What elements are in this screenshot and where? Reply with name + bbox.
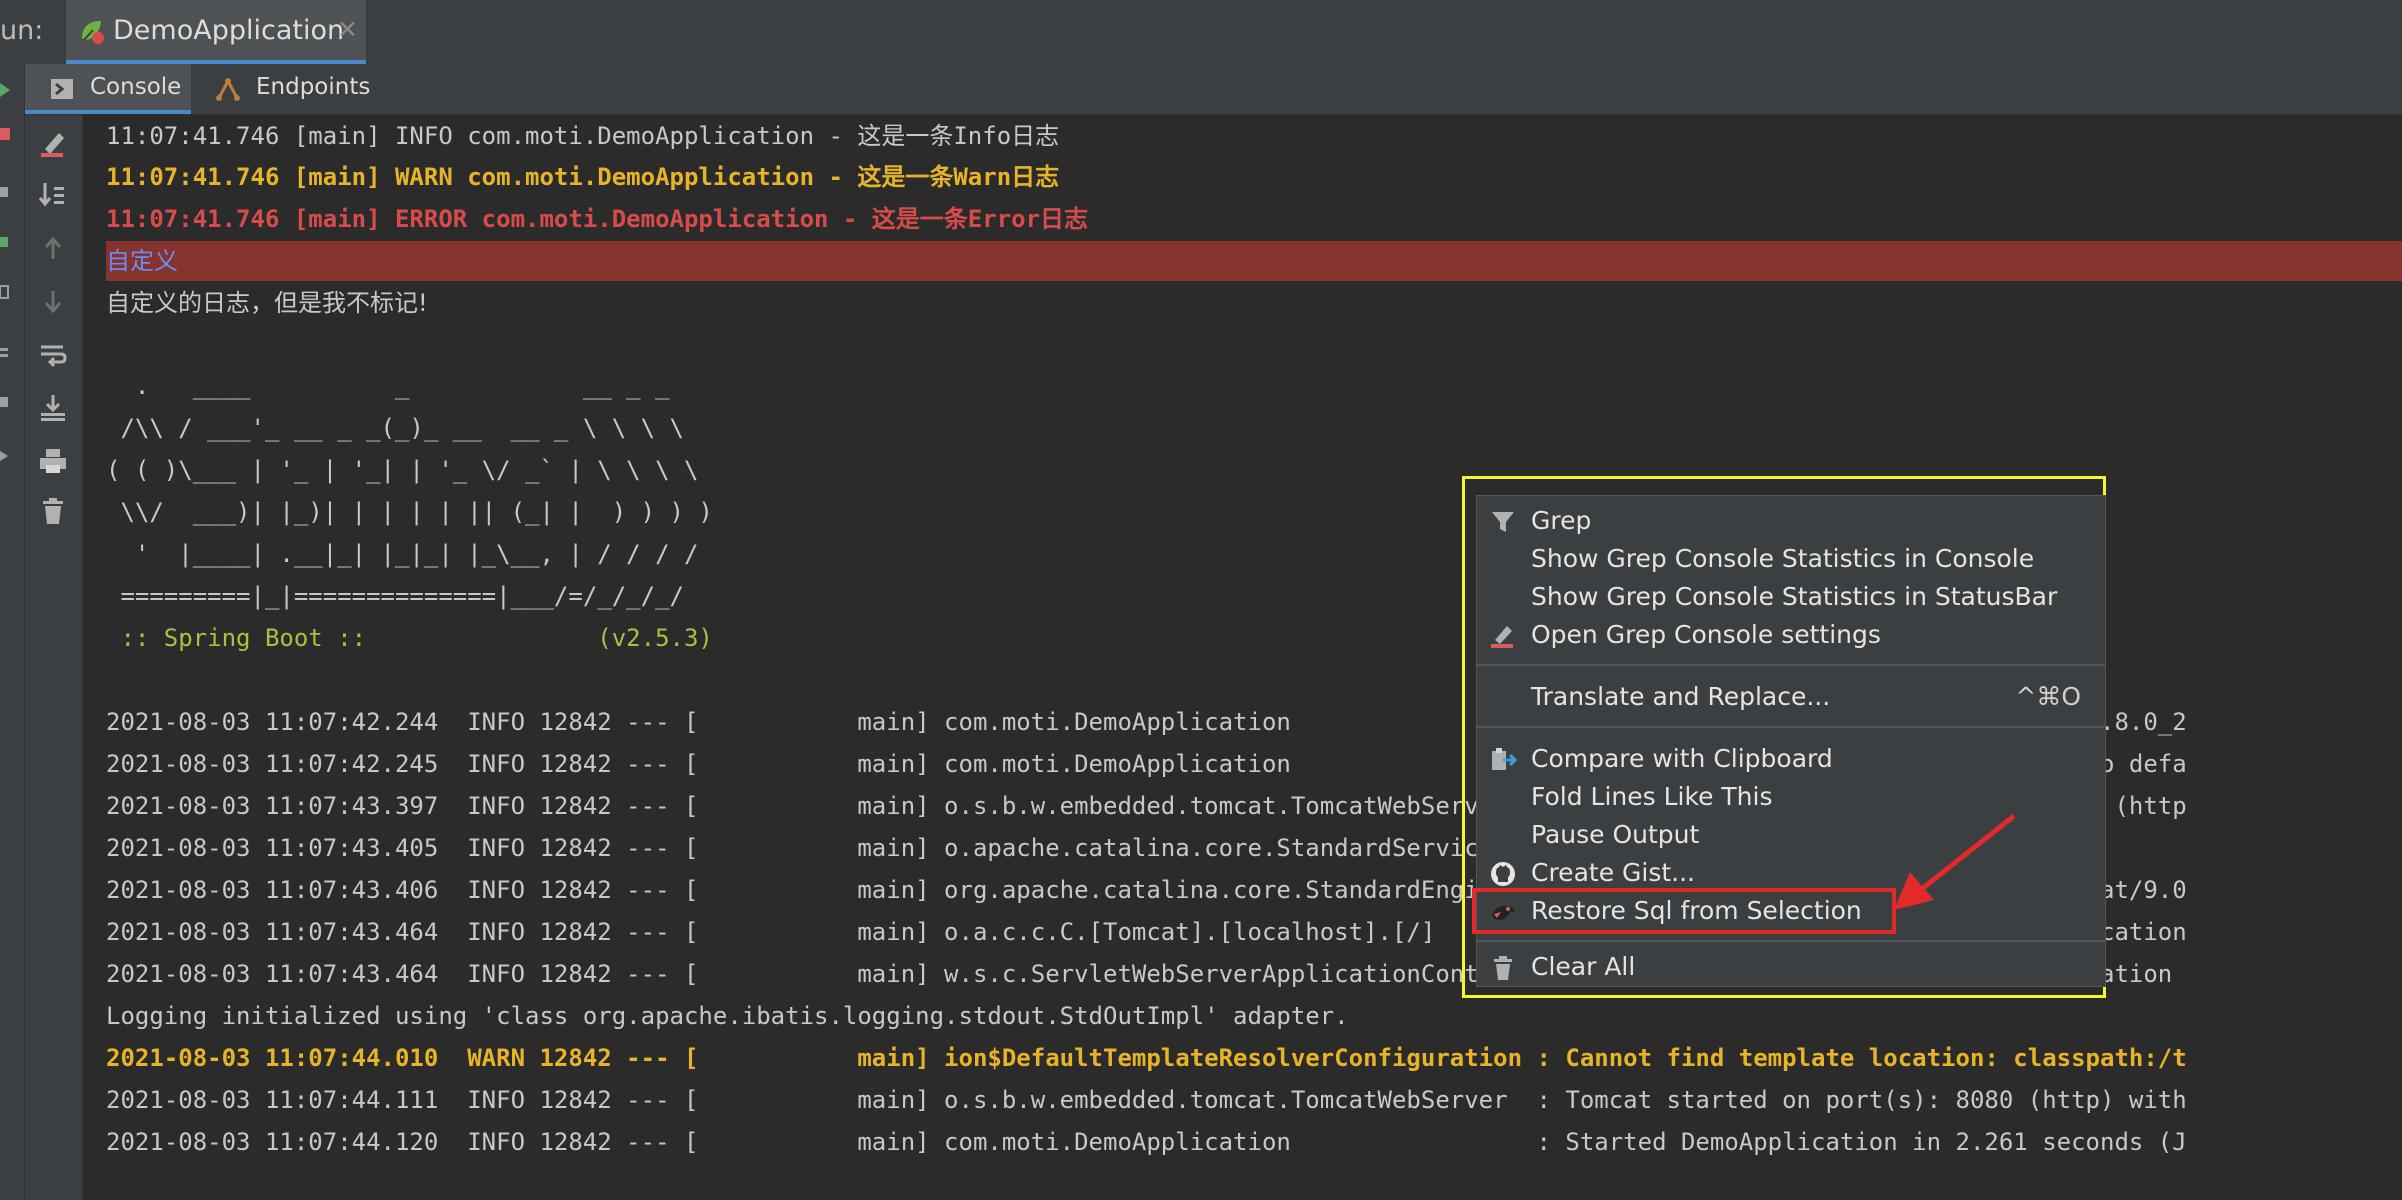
split-icon[interactable] [0,344,12,358]
log-line-info: 11:07:41.746 [main] INFO com.moti.DemoAp… [106,122,1060,150]
menu-item-label: Translate and Replace... [1531,682,1831,711]
mybatis-log-line: Logging initialized using 'class org.apa… [106,1002,1349,1030]
banner-line: . ____ _ __ _ _ [106,372,670,400]
print-icon[interactable] [37,445,69,477]
trash-icon [1489,954,1517,982]
menu-item-label: Clear All [1531,952,1636,981]
menu-separator [1477,664,2105,666]
down-arrow-icon[interactable] [37,285,69,317]
highlighter-icon [1489,622,1517,650]
tab-console-label: Console [90,74,182,100]
spring-leaf-icon [76,16,106,46]
menu-item-label: Show Grep Console Statistics in Console [1531,544,2035,573]
soft-wrap-icon[interactable] [37,339,69,371]
console-icon [49,76,75,102]
banner-line: =========|_|==============|___/=/_/_/_/ [106,582,684,610]
trash-icon[interactable] [37,495,69,527]
menu-item-grep-settings[interactable]: Open Grep Console settings [1477,618,2105,654]
filter-icon [1489,508,1517,536]
run-actions-strip [0,64,25,1200]
log-line-error: 11:07:41.746 [main] ERROR com.moti.DemoA… [106,205,1089,233]
menu-item-translate-replace[interactable]: Translate and Replace... ^⌘O [1477,680,2105,716]
menu-item-clear-all[interactable]: Clear All [1477,950,2105,986]
compare-clipboard-icon [1489,746,1518,774]
banner-line: ' |____| .__|_| |_|_| |_\__, | / / / / [106,540,699,568]
stop-icon[interactable] [0,126,12,140]
menu-item-label: Grep [1531,506,1592,535]
settings-icon[interactable] [0,394,12,408]
tab-console[interactable]: Console [25,64,191,114]
menu-separator [1477,940,2105,942]
tab-endpoints-label: Endpoints [256,74,371,100]
up-arrow-icon[interactable] [37,233,69,265]
endpoints-icon [215,76,241,102]
menu-item-label: Create Gist... [1531,858,1696,887]
log-entry: 2021-08-03 11:07:44.111 INFO 12842 --- [… [106,1086,2187,1114]
more-icon[interactable] [0,448,12,462]
console-tabs: Console Endpoints [25,64,2402,115]
banner-line: \\/ ___)| |_)| | | | | || (_| | ) ) ) ) [106,498,713,526]
run-tab-demoapplication[interactable]: DemoApplication ✕ [66,0,366,64]
tab-endpoints[interactable]: Endpoints [191,64,405,114]
menu-item-stats-statusbar[interactable]: Show Grep Console Statistics in StatusBa… [1477,580,2105,616]
github-icon [1489,860,1517,888]
annotation-arrow-icon [1894,814,2016,910]
menu-item-compare-clipboard[interactable]: Compare with Clipboard [1477,742,2105,778]
run-tab-title: DemoApplication [113,15,345,46]
menu-separator [1477,726,2105,728]
run-label: un: [0,15,44,46]
close-icon[interactable]: ✕ [337,15,358,44]
clear-all-icon[interactable] [37,127,69,159]
log-line-warn: 11:07:41.746 [main] WARN com.moti.DemoAp… [106,163,1060,191]
custom-log-text: 自定义 [106,247,178,275]
scroll-to-bottom-icon[interactable] [37,391,69,423]
log-entry: 2021-08-03 11:07:44.120 INFO 12842 --- [… [106,1128,2187,1156]
restore-sql-annotation-box [1472,888,1896,934]
layout-icon[interactable] [0,184,12,198]
menu-item-label: Open Grep Console settings [1531,620,1881,649]
banner-line: /\\ / ___'_ __ _ _(_)_ __ __ _ \ \ \ \ [106,414,684,442]
menu-item-grep[interactable]: Grep [1477,504,2105,540]
debug-icon[interactable] [0,234,12,248]
scroll-to-end-icon[interactable] [37,179,69,211]
run-tool-window-header: un: DemoApplication ✕ [0,0,2402,65]
menu-item-shortcut: ^⌘O [2015,682,2081,711]
spring-boot-version-line: :: Spring Boot :: (v2.5.3) [106,624,713,652]
log-entry-warn: 2021-08-03 11:07:44.010 WARN 12842 --- [… [106,1044,2187,1072]
menu-item-label: Compare with Clipboard [1531,744,1833,773]
rerun-icon[interactable] [0,82,12,97]
banner-line: ( ( )\___ | '_ | '_| | '_ \/ _` | \ \ \ … [106,456,699,484]
frame-icon[interactable] [0,284,12,299]
log-line-custom-plain: 自定义的日志，但是我不标记! [106,289,428,317]
console-toolbar [25,115,83,1200]
menu-item-label: Show Grep Console Statistics in StatusBa… [1531,582,2058,611]
highlighted-log-row: 自定义 [106,241,2402,281]
menu-item-label: Fold Lines Like This [1531,782,1773,811]
menu-item-stats-console[interactable]: Show Grep Console Statistics in Console [1477,542,2105,578]
menu-item-label: Pause Output [1531,820,1700,849]
